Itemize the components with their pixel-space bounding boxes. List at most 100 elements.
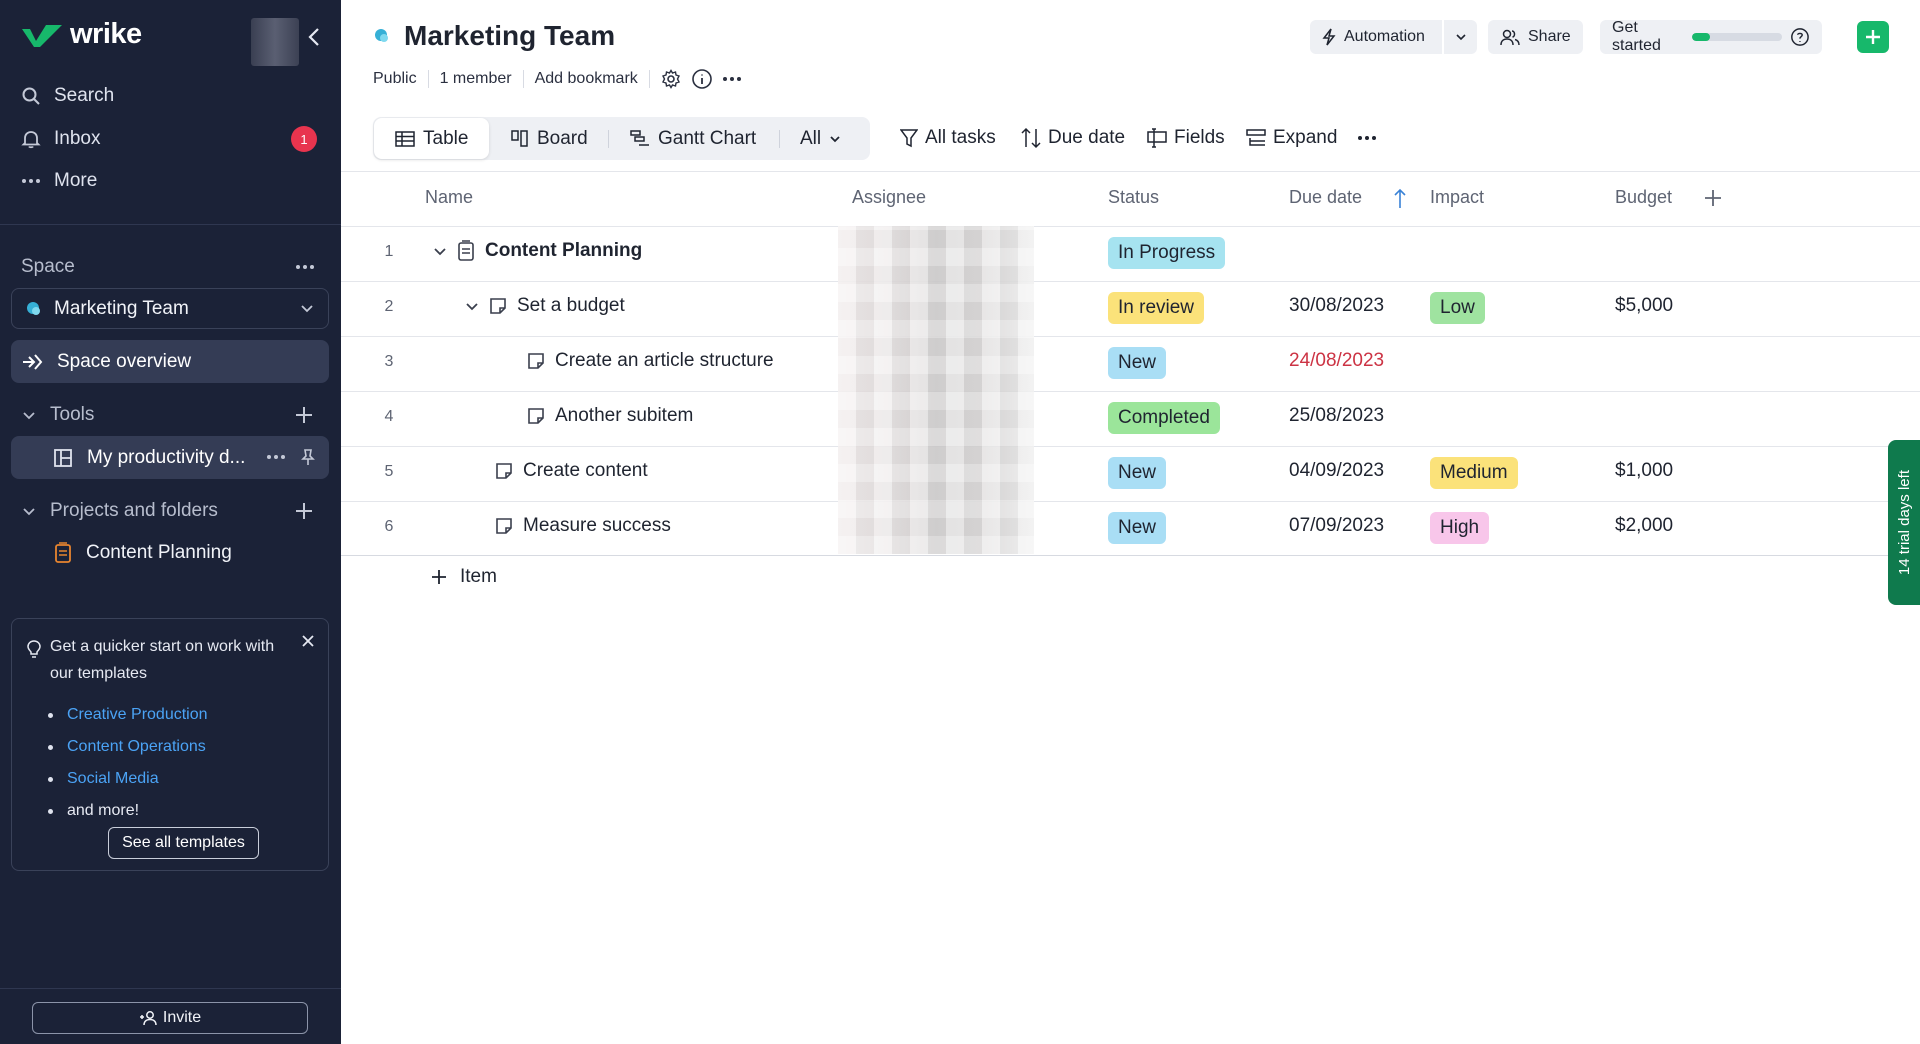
- status-badge[interactable]: In Progress: [1108, 237, 1226, 269]
- task-name-cell[interactable]: Set a budget: [465, 295, 625, 317]
- table-row[interactable]: 1 Content Planning In Progress: [341, 226, 1920, 280]
- column-header-budget[interactable]: Budget: [1615, 187, 1672, 208]
- status-badge[interactable]: New: [1108, 457, 1167, 489]
- sort-ascending-icon[interactable]: [1393, 188, 1407, 210]
- chevron-down-icon[interactable]: [433, 244, 447, 258]
- members-label[interactable]: 1 member: [440, 70, 512, 88]
- info-icon[interactable]: [691, 68, 713, 90]
- task-name-cell[interactable]: Measure success: [495, 515, 671, 537]
- impact-badge[interactable]: High: [1430, 512, 1490, 544]
- workspace-avatar[interactable]: [251, 18, 299, 66]
- visibility-label[interactable]: Public: [373, 70, 417, 88]
- sort-due-date[interactable]: Due date: [1021, 123, 1125, 153]
- project-icon: [458, 240, 474, 261]
- task-name-cell[interactable]: Create an article structure: [527, 350, 774, 372]
- see-all-templates-button[interactable]: See all templates: [108, 827, 259, 859]
- help-icon[interactable]: [1790, 26, 1810, 48]
- tab-board[interactable]: Board: [511, 117, 588, 160]
- budget-cell[interactable]: $1,000: [1615, 460, 1673, 482]
- automation-dropdown-button[interactable]: [1444, 20, 1477, 54]
- template-more: and more!: [48, 795, 208, 827]
- table-row[interactable]: 3 Create an article structure New 24/08/…: [341, 336, 1920, 390]
- all-tasks-filter[interactable]: All tasks: [900, 123, 996, 153]
- toolbar-more-button[interactable]: [1358, 123, 1376, 153]
- table-row[interactable]: 6 Measure success New 07/09/2023 High $2…: [341, 501, 1920, 555]
- collapse-sidebar-button[interactable]: [304, 24, 324, 50]
- status-badge[interactable]: New: [1108, 347, 1167, 379]
- task-name: Create an article structure: [555, 350, 774, 371]
- chevron-down-icon[interactable]: [465, 299, 479, 313]
- template-link-content-ops[interactable]: Content Operations: [48, 731, 208, 763]
- due-date-cell[interactable]: 25/08/2023: [1289, 405, 1384, 427]
- pin-icon[interactable]: [299, 448, 317, 466]
- wrike-logo[interactable]: wrike: [20, 18, 142, 51]
- column-header-name[interactable]: Name: [425, 187, 473, 208]
- add-column-icon[interactable]: [1704, 189, 1722, 207]
- status-badge[interactable]: Completed: [1108, 402, 1220, 434]
- more-dots-icon: [1358, 136, 1376, 140]
- more-options-icon[interactable]: [722, 77, 741, 81]
- expand-button[interactable]: Expand: [1246, 123, 1337, 153]
- due-date-cell[interactable]: 07/09/2023: [1289, 515, 1384, 537]
- table-row[interactable]: 2 Set a budget In review 30/08/2023 Low …: [341, 281, 1920, 335]
- create-new-button[interactable]: [1857, 21, 1889, 53]
- task-name-cell[interactable]: Content Planning: [433, 240, 642, 262]
- column-header-status[interactable]: Status: [1108, 187, 1159, 208]
- column-header-due-date[interactable]: Due date: [1289, 187, 1362, 208]
- get-started-button[interactable]: Get started: [1600, 19, 1822, 54]
- assignee-avatars-redacted[interactable]: [838, 226, 1034, 554]
- projects-section-label: Projects and folders: [50, 500, 218, 521]
- tool-item-productivity[interactable]: My productivity d...: [11, 436, 329, 479]
- nav-search[interactable]: Search: [20, 79, 114, 113]
- template-link-social[interactable]: Social Media: [48, 763, 208, 795]
- share-button[interactable]: Share: [1488, 20, 1583, 54]
- template-link-creative[interactable]: Creative Production: [48, 699, 208, 731]
- nav-inbox[interactable]: Inbox: [20, 122, 100, 156]
- add-bookmark-link[interactable]: Add bookmark: [535, 70, 638, 88]
- budget-cell[interactable]: $5,000: [1615, 295, 1673, 317]
- expand-icon: [1246, 129, 1266, 146]
- budget-cell[interactable]: $2,000: [1615, 515, 1673, 537]
- tab-gantt-label: Gantt Chart: [658, 127, 757, 149]
- tools-section[interactable]: Tools: [22, 400, 94, 430]
- table-row[interactable]: 5 Create content New 04/09/2023 Medium $…: [341, 446, 1920, 500]
- add-item-button[interactable]: Item: [430, 566, 497, 588]
- table-row[interactable]: 4 Another subitem Completed 25/08/2023: [341, 391, 1920, 445]
- impact-badge[interactable]: Medium: [1430, 457, 1518, 489]
- column-header-assignee[interactable]: Assignee: [852, 187, 926, 208]
- tab-gantt[interactable]: Gantt Chart: [630, 117, 756, 160]
- tab-table[interactable]: Table: [374, 118, 490, 159]
- fields-button[interactable]: Fields: [1147, 123, 1225, 153]
- impact-badge[interactable]: Low: [1430, 292, 1485, 324]
- space-overview-item[interactable]: Space overview: [11, 340, 329, 383]
- tool-options-icon[interactable]: [267, 455, 285, 459]
- status-badge[interactable]: New: [1108, 512, 1167, 544]
- logo-text: wrike: [70, 18, 142, 50]
- space-options-icon[interactable]: [296, 265, 314, 269]
- automation-button[interactable]: Automation: [1310, 20, 1442, 54]
- chevron-left-icon: [308, 28, 319, 46]
- views-filter-dropdown[interactable]: All: [800, 117, 841, 160]
- nav-more[interactable]: More: [20, 164, 97, 198]
- close-icon[interactable]: [300, 633, 316, 649]
- folder-item-content-planning[interactable]: Content Planning: [54, 538, 232, 568]
- settings-gear-icon[interactable]: [661, 69, 681, 89]
- page-title[interactable]: Marketing Team: [404, 20, 615, 52]
- task-name-cell[interactable]: Create content: [495, 460, 648, 482]
- status-badge[interactable]: In review: [1108, 292, 1205, 324]
- due-date-cell[interactable]: 30/08/2023: [1289, 295, 1384, 317]
- trial-days-tab[interactable]: 14 trial days left: [1888, 440, 1920, 605]
- add-project-icon[interactable]: [294, 501, 314, 521]
- get-started-progress-fill: [1691, 33, 1710, 41]
- column-header-impact[interactable]: Impact: [1430, 187, 1484, 208]
- due-date-cell[interactable]: 24/08/2023: [1289, 350, 1384, 372]
- space-selector[interactable]: Marketing Team: [11, 288, 329, 329]
- due-date-cell[interactable]: 04/09/2023: [1289, 460, 1384, 482]
- invite-button[interactable]: Invite: [32, 1002, 308, 1034]
- projects-section[interactable]: Projects and folders: [22, 496, 218, 526]
- chevron-down-icon: [301, 305, 313, 313]
- task-name-cell[interactable]: Another subitem: [527, 405, 693, 427]
- add-tool-icon[interactable]: [294, 405, 314, 425]
- plus-icon: [1866, 30, 1880, 44]
- plus-icon: [432, 570, 446, 584]
